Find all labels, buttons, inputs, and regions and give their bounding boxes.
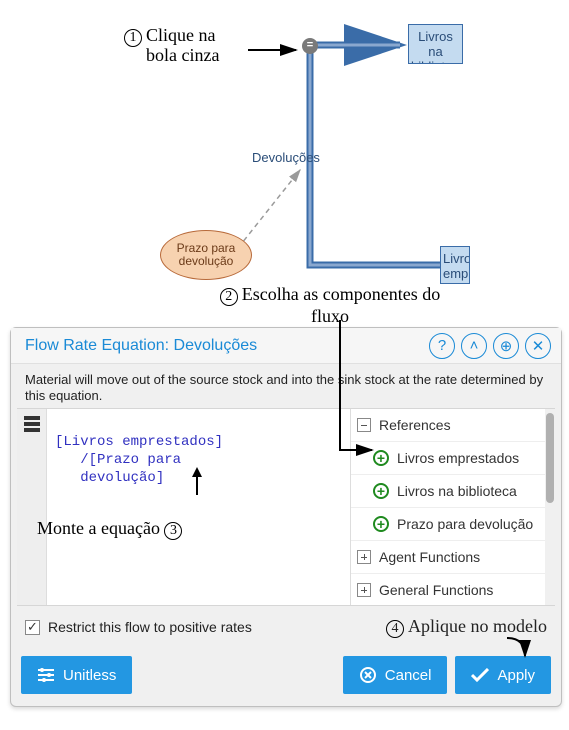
references-panel: References + Livros emprestados + Livros… <box>350 409 555 605</box>
ref-item-prazo-devolucao[interactable]: + Prazo para devolução <box>351 508 555 541</box>
equation-editor[interactable]: [Livros emprestados] /[Prazo para devolu… <box>47 409 350 605</box>
stock-livros-emprestados[interactable]: Livros emprestados <box>440 246 470 284</box>
annotation-step-4: 4Aplique no modelo <box>386 616 547 638</box>
ref-item-livros-emprestados[interactable]: + Livros emprestados <box>351 442 555 475</box>
param-prazo-devolucao[interactable]: Prazo para devolução <box>160 230 252 280</box>
arrow-up-icon <box>192 467 202 477</box>
dialog-description: Material will move out of the source sto… <box>11 364 561 408</box>
stock-livros-biblioteca[interactable]: Livros na biblioteca <box>408 24 463 64</box>
references-scrollbar[interactable] <box>545 409 555 605</box>
references-group-header[interactable]: References <box>351 409 555 442</box>
collapse-icon[interactable] <box>357 418 371 432</box>
add-reference-icon[interactable]: + <box>373 516 389 532</box>
model-diagram: = Livros na biblioteca Livros emprestado… <box>0 0 569 320</box>
dialog-options-row: ✓ Restrict this flow to positive rates 4… <box>11 606 561 648</box>
unitless-button[interactable]: Unitless <box>21 656 132 694</box>
dialog-body: [Livros emprestados] /[Prazo para devolu… <box>17 408 555 606</box>
sliders-icon <box>37 666 55 684</box>
flow-label-devolucoes: Devoluções <box>252 150 320 165</box>
cancel-button[interactable]: Cancel <box>343 656 448 694</box>
editor-gutter[interactable] <box>17 409 47 605</box>
flow-equation-dot[interactable]: = <box>302 38 318 54</box>
expand-icon[interactable] <box>357 550 371 564</box>
annotation-step-2: 2Escolha as componentes do fluxo <box>200 284 460 326</box>
cancel-icon <box>359 666 377 684</box>
restrict-positive-checkbox[interactable]: ✓ <box>25 620 40 635</box>
agent-functions-group[interactable]: Agent Functions <box>351 541 555 574</box>
general-functions-group[interactable]: General Functions <box>351 574 555 605</box>
add-reference-icon[interactable]: + <box>373 450 389 466</box>
expand-icon[interactable] <box>357 583 371 597</box>
help-icon[interactable]: ? <box>429 333 455 359</box>
collapse-icon[interactable]: ˄ <box>461 333 487 359</box>
scrollbar-thumb[interactable] <box>546 413 554 503</box>
add-reference-icon[interactable]: + <box>373 483 389 499</box>
dialog-button-row: Unitless Cancel Apply <box>11 648 561 706</box>
apply-button[interactable]: Apply <box>455 656 551 694</box>
restrict-positive-label: Restrict this flow to positive rates <box>48 619 252 635</box>
ref-item-livros-biblioteca[interactable]: + Livros na biblioteca <box>351 475 555 508</box>
expand-icon[interactable]: ⊕ <box>493 333 519 359</box>
annotation-step-3: Monte a equação 3 <box>37 519 186 540</box>
close-icon[interactable]: ✕ <box>525 333 551 359</box>
dialog-header: Flow Rate Equation: Devoluções ? ˄ ⊕ ✕ <box>11 328 561 364</box>
apply-check-icon <box>471 666 489 684</box>
dialog-title: Flow Rate Equation: Devoluções <box>25 337 423 355</box>
flow-rate-equation-dialog: Flow Rate Equation: Devoluções ? ˄ ⊕ ✕ M… <box>10 327 562 707</box>
annotation-step-1: 1Clique na bola cinza <box>124 25 246 65</box>
